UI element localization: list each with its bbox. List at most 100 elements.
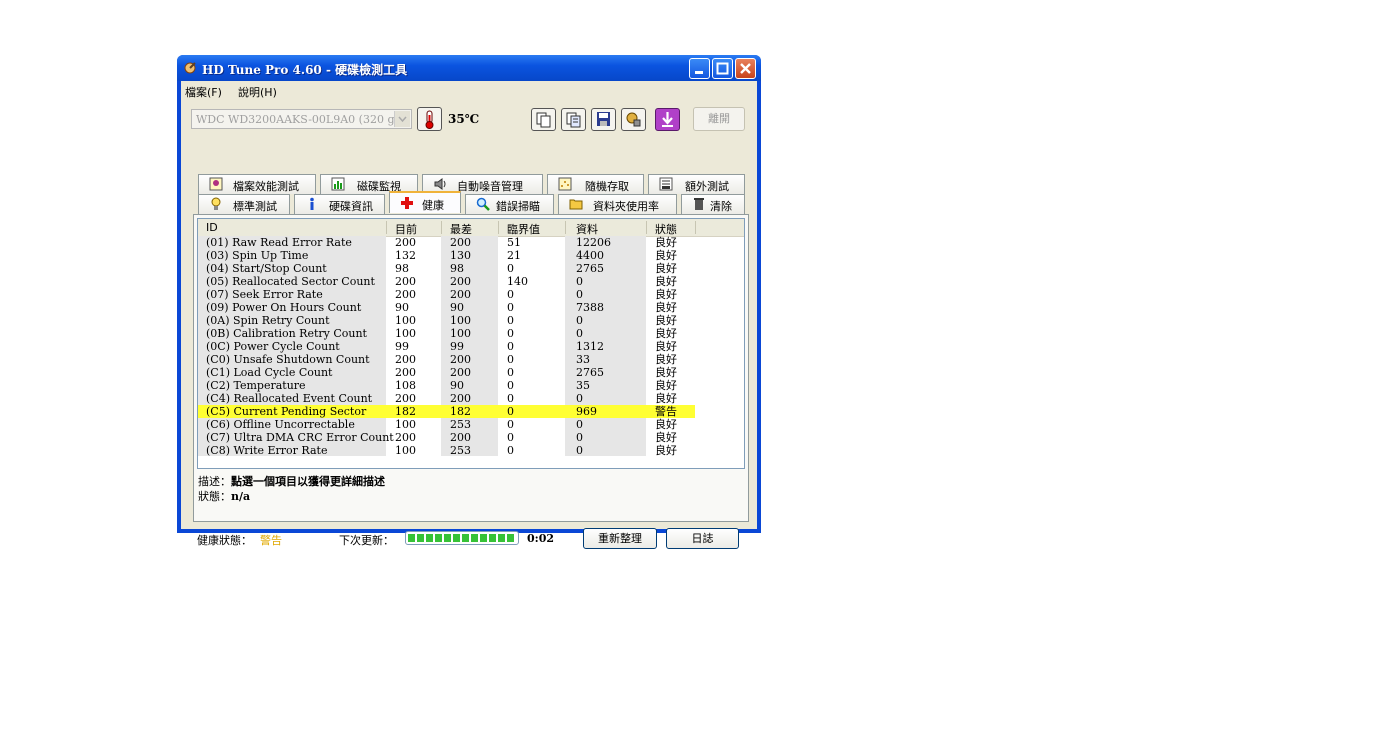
bulb-icon	[211, 197, 221, 210]
cell-id: (C0) Unsafe Shutdown Count	[206, 353, 370, 366]
column-header-status[interactable]: 狀態	[655, 221, 677, 237]
tab-extra-tests[interactable]: 額外測試	[648, 174, 745, 194]
tab-file-benchmark[interactable]: 檔案效能測試	[198, 174, 316, 194]
cell-current: 100	[395, 327, 416, 340]
cell-threshold: 21	[507, 249, 521, 262]
cell-threshold: 0	[507, 301, 514, 314]
copy-button[interactable]	[531, 108, 556, 131]
maximize-button[interactable]	[712, 58, 733, 79]
table-row[interactable]: (0C) Power Cycle Count 99 99 0 1312 良好	[198, 340, 744, 353]
health-status-label: 健康狀態：	[197, 534, 252, 547]
table-row[interactable]: (09) Power On Hours Count 90 90 0 7388 良好	[198, 301, 744, 314]
cell-status: 良好	[655, 262, 677, 275]
tab-erase[interactable]: 清除	[681, 194, 745, 214]
cell-threshold: 0	[507, 392, 514, 405]
cell-id: (01) Raw Read Error Rate	[206, 236, 352, 249]
cell-worst: 200	[450, 392, 471, 405]
smart-attributes-table[interactable]: ID 目前 最差 臨界值 資料 狀態 (01) Raw Read Error R	[197, 218, 745, 469]
table-row[interactable]: (0B) Calibration Retry Count 100 100 0 0 良好	[198, 327, 744, 340]
cell-threshold: 0	[507, 340, 514, 353]
cell-status: 良好	[655, 418, 677, 431]
tab-random-access[interactable]: 隨機存取	[547, 174, 644, 194]
download-button[interactable]	[655, 108, 680, 131]
magnifier-icon	[476, 197, 490, 211]
cell-threshold: 0	[507, 288, 514, 301]
tab-error-scan[interactable]: 錯誤掃瞄	[465, 194, 554, 214]
table-row[interactable]: (0A) Spin Retry Count 100 100 0 0 良好	[198, 314, 744, 327]
table-row[interactable]: (C4) Reallocated Event Count 200 200 0 0 良好	[198, 392, 744, 405]
table-row[interactable]: (04) Start/Stop Count 98 98 0 2765 良好	[198, 262, 744, 275]
drive-select[interactable]: WDC WD3200AAKS-00L9A0 (320 gB)	[191, 109, 412, 129]
cell-current: 132	[395, 249, 416, 262]
temperature-button[interactable]	[417, 107, 442, 131]
cell-current: 100	[395, 314, 416, 327]
cell-status: 良好	[655, 249, 677, 262]
cell-current: 200	[395, 392, 416, 405]
cell-id: (C1) Load Cycle Count	[206, 366, 333, 379]
tab-folder-usage[interactable]: 資料夾使用率	[558, 194, 677, 214]
table-row[interactable]: (C2) Temperature 108 90 0 35 良好	[198, 379, 744, 392]
cell-id: (C7) Ultra DMA CRC Error Count	[206, 431, 394, 444]
copy-icon	[536, 112, 551, 128]
exit-button[interactable]: 離開	[693, 107, 745, 131]
column-header-threshold[interactable]: 臨界值	[507, 221, 540, 237]
health-status-value: 警告	[260, 534, 282, 547]
cell-id: (0C) Power Cycle Count	[206, 340, 340, 353]
cell-id: (C6) Offline Uncorrectable	[206, 418, 355, 431]
cell-current: 100	[395, 444, 416, 457]
cell-data: 35	[576, 379, 590, 392]
menu-file[interactable]: 檔案(F)	[185, 84, 222, 100]
window-title: HD Tune Pro 4.60 - 硬碟檢測工具	[202, 63, 408, 77]
table-row[interactable]: (C1) Load Cycle Count 200 200 0 2765 良好	[198, 366, 744, 379]
cell-data: 7388	[576, 301, 604, 314]
refresh-button[interactable]: 重新整理	[583, 528, 657, 549]
cell-worst: 253	[450, 418, 471, 431]
table-row[interactable]: (C6) Offline Uncorrectable 100 253 0 0 良好	[198, 418, 744, 431]
column-header-id[interactable]: ID	[206, 221, 218, 234]
update-progress-bar	[405, 531, 519, 545]
table-row[interactable]: (C8) Write Error Rate 100 253 0 0 良好	[198, 444, 744, 457]
cell-threshold: 0	[507, 366, 514, 379]
tab-label: 健康	[422, 199, 444, 212]
cell-status: 良好	[655, 444, 677, 457]
cell-status: 良好	[655, 327, 677, 340]
cell-data: 2765	[576, 262, 604, 275]
cell-worst: 100	[450, 314, 471, 327]
column-header-worst[interactable]: 最差	[450, 221, 472, 237]
client-area: 檔案(F) 說明(H) WDC WD3200AAKS-00L9A0 (320 g…	[181, 81, 757, 549]
tab-info[interactable]: 硬碟資訊	[294, 194, 385, 214]
copy-all-button[interactable]	[561, 108, 586, 131]
tab-benchmark[interactable]: 標準測試	[198, 194, 290, 214]
column-header-current[interactable]: 目前	[395, 221, 417, 237]
table-row[interactable]: (C7) Ultra DMA CRC Error Count 200 200 0 0 良好	[198, 431, 744, 444]
close-button[interactable]	[735, 58, 756, 79]
column-header-data[interactable]: 資料	[576, 221, 598, 237]
minimize-icon	[695, 71, 703, 74]
cell-worst: 200	[450, 236, 471, 249]
cell-status: 警告	[655, 405, 677, 418]
cell-status: 良好	[655, 301, 677, 314]
description-value: 點選一個項目以獲得更詳細描述	[231, 475, 385, 488]
title-bar[interactable]: HD Tune Pro 4.60 - 硬碟檢測工具	[177, 55, 761, 81]
table-row[interactable]: (C5) Current Pending Sector 182 182 0 969 警告	[198, 405, 695, 418]
cell-threshold: 0	[507, 379, 514, 392]
table-row[interactable]: (05) Reallocated Sector Count 200 200 140 0 良…	[198, 275, 744, 288]
cell-id: (C4) Reallocated Event Count	[206, 392, 373, 405]
minimize-button[interactable]	[689, 58, 710, 79]
log-button[interactable]: 日誌	[666, 528, 739, 549]
menu-help[interactable]: 說明(H)	[238, 84, 277, 100]
cell-data: 0	[576, 392, 583, 405]
save-button[interactable]	[591, 108, 616, 131]
table-row[interactable]: (03) Spin Up Time 132 130 21 4400 良好	[198, 249, 744, 262]
attribute-status-value: n/a	[231, 490, 251, 503]
chevron-down-icon[interactable]	[394, 111, 410, 127]
table-row[interactable]: (C0) Unsafe Shutdown Count 200 200 0 33 良好	[198, 353, 744, 366]
cell-data: 969	[576, 405, 597, 418]
table-row[interactable]: (01) Raw Read Error Rate 200 200 51 12206 良好	[198, 236, 744, 249]
folder-icon	[569, 199, 583, 210]
table-row[interactable]: (07) Seek Error Rate 200 200 0 0 良好	[198, 288, 744, 301]
tab-health[interactable]: 健康	[389, 191, 461, 213]
options-button[interactable]	[621, 108, 646, 131]
cell-id: (0B) Calibration Retry Count	[206, 327, 367, 340]
cell-data: 4400	[576, 249, 604, 262]
